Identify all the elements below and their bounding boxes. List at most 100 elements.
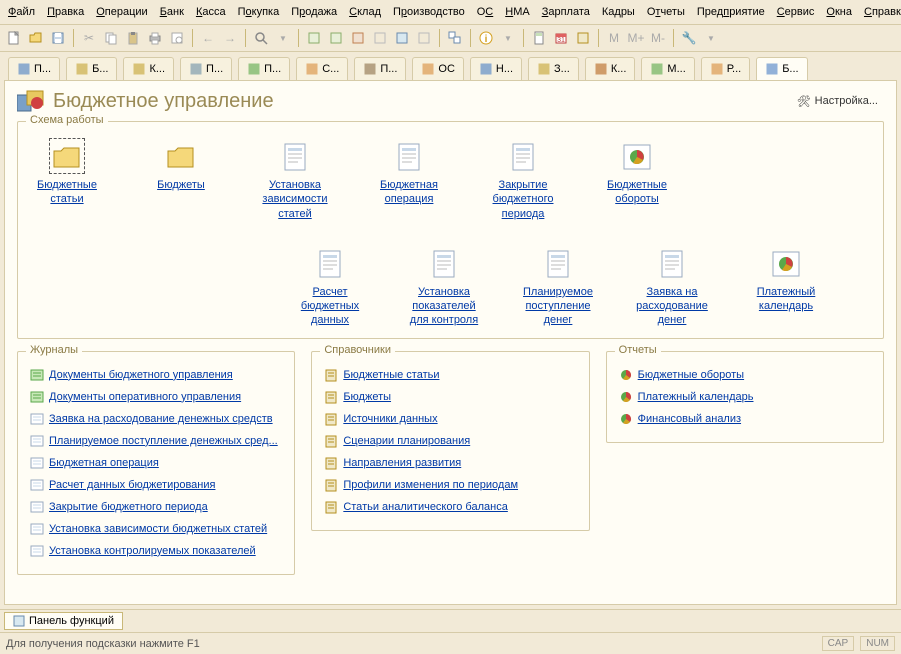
list-link[interactable]: Сценарии планирования	[343, 435, 470, 447]
doc1-icon[interactable]	[304, 28, 324, 48]
menu-ос[interactable]: ОС	[475, 4, 496, 20]
scheme-link[interactable]: Установка зависимости статей	[256, 178, 334, 221]
list-link[interactable]: Платежный календарь	[638, 391, 754, 403]
open-icon[interactable]	[26, 28, 46, 48]
info-icon[interactable]: i	[476, 28, 496, 48]
print-icon[interactable]	[145, 28, 165, 48]
menu-склад[interactable]: Склад	[347, 4, 383, 20]
doc2-icon[interactable]	[326, 28, 346, 48]
new-file-icon[interactable]	[4, 28, 24, 48]
paste-icon[interactable]	[123, 28, 143, 48]
menu-файл[interactable]: Файл	[6, 4, 37, 20]
menu-окна[interactable]: Окна	[824, 4, 854, 20]
menu-правка[interactable]: Правка	[45, 4, 86, 20]
scheme-node: Бюджетные статьи	[28, 138, 106, 207]
tab-Б[interactable]: Б...	[756, 57, 807, 80]
doc-icon	[505, 138, 541, 174]
back-icon[interactable]: ←	[198, 28, 218, 48]
forward-icon[interactable]: →	[220, 28, 240, 48]
scheme-group: Схема работы Бюджетные статьиБюджетыУста…	[17, 121, 884, 339]
scheme-link[interactable]: Закрытие бюджетного периода	[484, 178, 562, 221]
tab-К[interactable]: К...	[123, 57, 174, 80]
calendar-icon[interactable]: 31	[551, 28, 571, 48]
menu-покупка[interactable]: Покупка	[236, 4, 282, 20]
tab-П[interactable]: П...	[8, 57, 60, 80]
zoom-icon[interactable]	[251, 28, 271, 48]
scheme-link[interactable]: Установка показателей для контроля	[405, 285, 483, 328]
list-link[interactable]: Установка контролируемых показателей	[49, 545, 256, 557]
doc5-icon[interactable]	[392, 28, 412, 48]
menu-банк[interactable]: Банк	[158, 4, 186, 20]
list-link[interactable]: Установка зависимости бюджетных статей	[49, 523, 267, 535]
scheme-link[interactable]: Платежный календарь	[747, 285, 825, 314]
list-link[interactable]: Бюджетная операция	[49, 457, 159, 469]
scheme-link[interactable]: Планируемое поступление денег	[519, 285, 597, 328]
tab-С[interactable]: С...	[296, 57, 348, 80]
menu-отчеты[interactable]: Отчеты	[645, 4, 687, 20]
list-link[interactable]: Заявка на расходование денежных средств	[49, 413, 273, 425]
tab-ОС[interactable]: ОС	[412, 57, 464, 80]
list-link[interactable]: Закрытие бюджетного периода	[49, 501, 208, 513]
scheme-link[interactable]: Заявка на расходование денег	[633, 285, 711, 328]
scheme-link[interactable]: Бюджетные статьи	[28, 178, 106, 207]
journal-icon	[30, 544, 44, 558]
list-link[interactable]: Источники данных	[343, 413, 437, 425]
tab-Р[interactable]: Р...	[701, 57, 750, 80]
tab-К[interactable]: К...	[585, 57, 636, 80]
doc6-icon[interactable]	[414, 28, 434, 48]
zoom-dropdown-icon[interactable]: ▼	[273, 28, 293, 48]
list-link[interactable]: Бюджетные обороты	[638, 369, 744, 381]
list-link[interactable]: Документы оперативного управления	[49, 391, 241, 403]
tab-П[interactable]: П...	[180, 57, 232, 80]
tab-icon	[132, 62, 146, 76]
info-dropdown-icon[interactable]: ▼	[498, 28, 518, 48]
list-link[interactable]: Финансовый анализ	[638, 413, 741, 425]
scheme-link[interactable]: Бюджеты	[157, 178, 205, 192]
m-icon: M	[604, 28, 624, 48]
scheme-node: Заявка на расходование денег	[633, 245, 711, 328]
report-icon[interactable]	[573, 28, 593, 48]
list-link[interactable]: Планируемое поступление денежных сред...	[49, 435, 278, 447]
tab-М[interactable]: М...	[641, 57, 694, 80]
calc-icon[interactable]	[529, 28, 549, 48]
menu-операции[interactable]: Операции	[94, 4, 149, 20]
wrench-icon[interactable]: 🔧	[679, 28, 699, 48]
list-link[interactable]: Бюджеты	[343, 391, 391, 403]
tab-П[interactable]: П...	[354, 57, 406, 80]
doc3-icon[interactable]	[348, 28, 368, 48]
menu-сервис[interactable]: Сервис	[775, 4, 817, 20]
tab-З[interactable]: З...	[528, 57, 579, 80]
scheme-link[interactable]: Расчет бюджетных данных	[291, 285, 369, 328]
journal-icon	[30, 456, 44, 470]
save-icon[interactable]	[48, 28, 68, 48]
menu-касса[interactable]: Касса	[194, 4, 228, 20]
list-link[interactable]: Профили изменения по периодам	[343, 479, 518, 491]
menu-нма[interactable]: НМА	[503, 4, 531, 20]
function-panel-tab[interactable]: Панель функций	[4, 612, 123, 630]
menu-предприятие[interactable]: Предприятие	[695, 4, 767, 20]
tab-Н[interactable]: Н...	[470, 57, 522, 80]
scheme-link[interactable]: Бюджетная операция	[370, 178, 448, 207]
menu-кадры[interactable]: Кадры	[600, 4, 637, 20]
print-preview-icon[interactable]	[167, 28, 187, 48]
tab-П[interactable]: П...	[238, 57, 290, 80]
menu-продажа[interactable]: Продажа	[289, 4, 339, 20]
menu-производство[interactable]: Производство	[391, 4, 467, 20]
list-link[interactable]: Бюджетные статьи	[343, 369, 439, 381]
cut-icon[interactable]: ✂	[79, 28, 99, 48]
windows-icon[interactable]	[445, 28, 465, 48]
page-title: Бюджетное управление	[17, 89, 274, 113]
wrench-dropdown-icon[interactable]: ▼	[701, 28, 721, 48]
copy-icon[interactable]	[101, 28, 121, 48]
settings-button[interactable]: 🛠 Настройка...	[791, 93, 884, 110]
list-item: Бюджетная операция	[28, 452, 284, 474]
list-link[interactable]: Расчет данных бюджетирования	[49, 479, 215, 491]
list-link[interactable]: Документы бюджетного управления	[49, 369, 233, 381]
menu-зарплата[interactable]: Зарплата	[540, 4, 592, 20]
menu-справка[interactable]: Справка	[862, 4, 901, 20]
scheme-link[interactable]: Бюджетные обороты	[598, 178, 676, 207]
list-link[interactable]: Статьи аналитического баланса	[343, 501, 508, 513]
tab-Б[interactable]: Б...	[66, 57, 117, 80]
list-link[interactable]: Направления развития	[343, 457, 461, 469]
doc4-icon[interactable]	[370, 28, 390, 48]
